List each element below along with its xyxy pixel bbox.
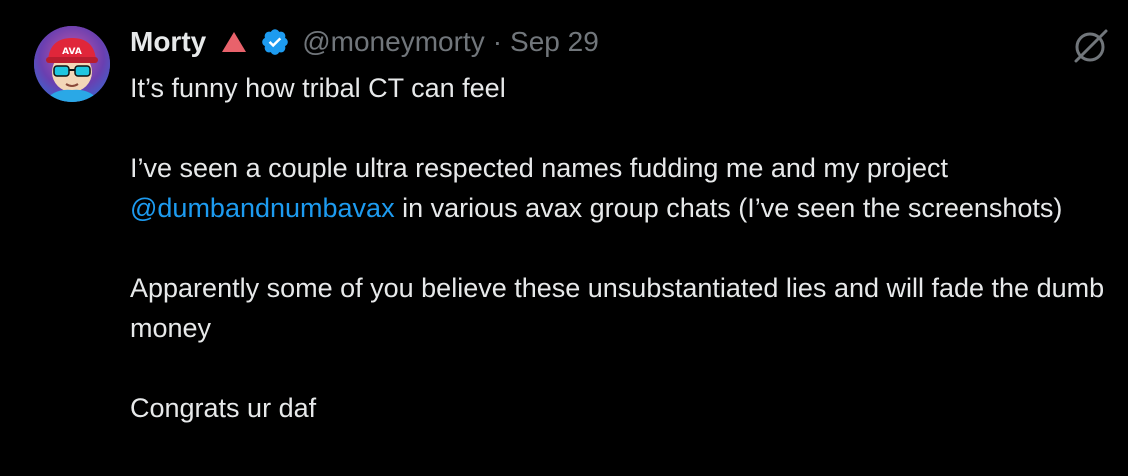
tweet-paragraph-2: I’ve seen a couple ultra respected names…	[130, 148, 1120, 228]
tweet-paragraph-4: Congrats ur daf	[130, 393, 317, 423]
verified-badge-icon[interactable]	[260, 27, 290, 57]
mention-link[interactable]: @dumbandnumbavax	[130, 193, 395, 223]
paragraph-2-text-after: in various avax group chats (I’ve seen t…	[394, 193, 1063, 223]
tweet-header: Morty @moneymorty · Sep 29	[130, 22, 599, 62]
author-display-name[interactable]: Morty	[130, 26, 206, 58]
tweet-date[interactable]: Sep 29	[510, 26, 599, 58]
tweet-line-1: It’s funny how tribal CT can feel	[130, 73, 506, 103]
grok-slash-circle-icon[interactable]	[1070, 26, 1110, 66]
svg-text:AVA: AVA	[62, 47, 82, 57]
tweet-card[interactable]: AVA Morty @moneymorty · Sep 29 It’s funn…	[0, 0, 1128, 476]
paragraph-2-text-before: I’ve seen a couple ultra respected names…	[130, 153, 948, 183]
author-handle[interactable]: @moneymorty	[302, 26, 484, 58]
red-triangle-icon	[222, 32, 247, 52]
tweet-paragraph-3: Apparently some of you believe these uns…	[130, 273, 1105, 343]
header-separator: ·	[492, 26, 503, 57]
avatar[interactable]: AVA	[34, 26, 110, 102]
tweet-body: It’s funny how tribal CT can feel I’ve s…	[130, 68, 1120, 428]
cartoon-avatar-icon: AVA	[34, 26, 110, 102]
